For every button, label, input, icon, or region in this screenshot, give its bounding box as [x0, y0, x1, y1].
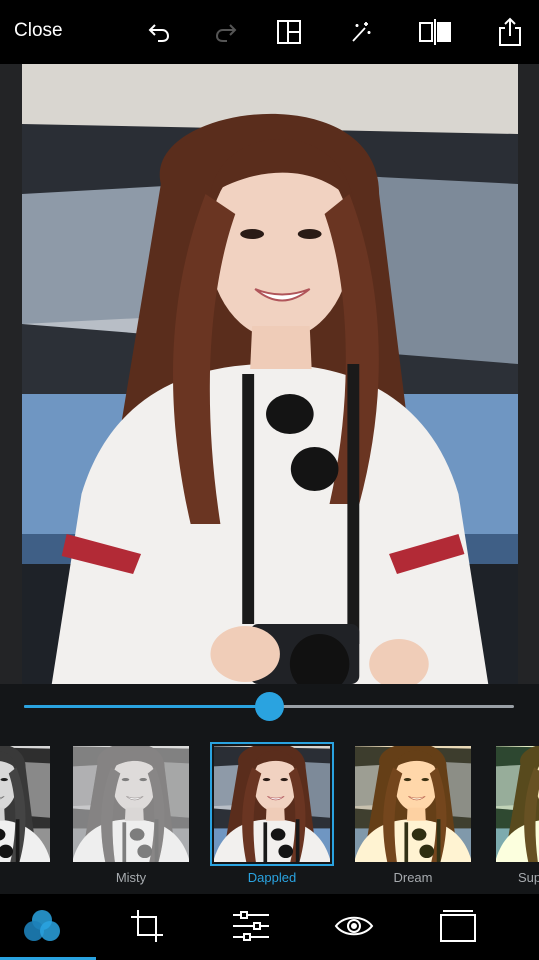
crop-icon[interactable]: [127, 906, 167, 946]
border-icon[interactable]: [438, 906, 478, 946]
filter-thumbnail: [73, 746, 189, 862]
compare-icon[interactable]: [418, 14, 452, 50]
filter-item-ed[interactable]: ed: [0, 742, 54, 862]
layout-icon[interactable]: [272, 14, 306, 50]
filter-thumbnail: [214, 746, 330, 862]
filter-thumbnail: [0, 746, 50, 862]
auto-enhance-icon[interactable]: [344, 14, 378, 50]
redo-icon[interactable]: [209, 14, 243, 50]
slider-thumb[interactable]: [255, 692, 284, 721]
bottom-toolbar: [0, 894, 539, 960]
photo-canvas[interactable]: [0, 64, 539, 684]
filter-item-sup[interactable]: Sup: [492, 742, 539, 885]
slider-fill: [24, 705, 269, 708]
filter-label: ed: [0, 870, 54, 885]
intensity-slider[interactable]: [0, 684, 539, 730]
eye-icon[interactable]: [334, 906, 374, 946]
slider-track[interactable]: [24, 692, 514, 721]
close-button[interactable]: Close: [14, 20, 63, 42]
looks-icon[interactable]: [22, 906, 62, 946]
filter-thumbnail: [355, 746, 471, 862]
filter-item-dream[interactable]: Dream: [351, 742, 475, 885]
filter-thumbnail: [496, 746, 539, 862]
share-icon[interactable]: [493, 14, 527, 50]
undo-icon[interactable]: [142, 14, 176, 50]
photo-editor-app: Close Misty Dappled Dream Sup: [0, 0, 539, 960]
filter-strip[interactable]: ed Misty Dappled Dream Sup: [0, 730, 539, 894]
filter-label: Sup: [518, 870, 539, 885]
filter-label: Dappled: [247, 870, 297, 885]
edited-photo: [22, 64, 518, 684]
filter-label: Misty: [115, 870, 147, 885]
filter-label: Dream: [393, 870, 433, 885]
filter-item-dappled[interactable]: Dappled: [210, 742, 334, 885]
top-toolbar: Close: [0, 0, 539, 64]
adjustments-icon[interactable]: [231, 906, 271, 946]
filter-item-misty[interactable]: Misty: [69, 742, 193, 885]
